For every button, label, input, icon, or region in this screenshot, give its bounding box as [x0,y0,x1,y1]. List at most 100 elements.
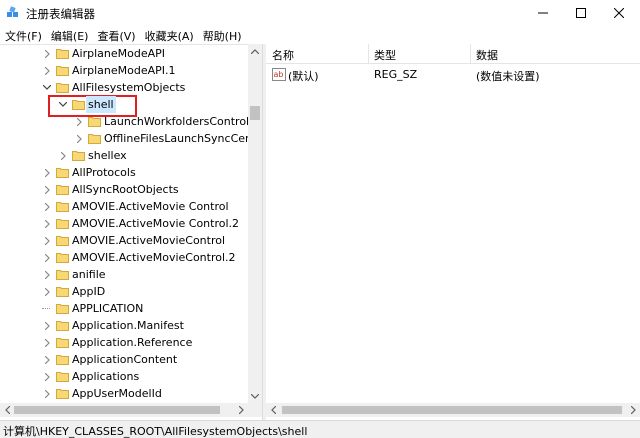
chevron-right-icon [630,406,636,414]
scroll-right-button[interactable] [626,403,640,417]
scroll-thumb[interactable] [14,406,220,414]
tree-item-label: AirplaneModeAPI [72,47,165,60]
folder-icon [56,219,69,229]
tree-item[interactable]: AllProtocols [0,164,250,181]
chevron-right-icon[interactable] [42,385,52,402]
tree-item[interactable]: AMOVIE.ActiveMovieControl [0,232,250,249]
tree-item[interactable]: Application.Manifest [0,317,250,334]
chevron-right-icon[interactable] [42,249,52,266]
tree-item[interactable]: AllFilesystemObjects [0,79,250,96]
scroll-down-button[interactable] [248,389,262,403]
folder-icon [88,134,101,144]
tree-item-label: AMOVIE.ActiveMovie Control.2 [72,217,240,230]
tree-item-label: AppID [72,285,106,298]
folder-icon [56,83,69,93]
tree-item-label: AMOVIE.ActiveMovieControl [72,234,226,247]
chevron-right-icon[interactable] [42,164,52,181]
tree-item[interactable]: shell [0,96,250,113]
tree-item-label: AllSyncRootObjects [72,183,179,196]
status-bar: 计算机\HKEY_CLASSES_ROOT\AllFilesystemObjec… [0,420,640,438]
tree-item[interactable]: AMOVIE.ActiveMovie Control [0,198,250,215]
tree-vertical-scrollbar[interactable] [248,44,262,403]
tree-item[interactable]: AMOVIE.ActiveMovie Control.2 [0,215,250,232]
tree-item[interactable]: LaunchWorkfoldersControl [0,113,250,130]
list-horizontal-scrollbar[interactable] [266,403,640,417]
tree-item[interactable]: AllSyncRootObjects [0,181,250,198]
value-list[interactable]: 名称 类型 数据 ab (默认) REG_SZ (数值未设置) [266,44,640,420]
menu-file[interactable]: 文件(F) [0,26,46,44]
tree-item[interactable]: Applications [0,368,250,385]
tree-item[interactable]: anifile [0,266,250,283]
chevron-right-icon[interactable] [42,198,52,215]
folder-icon [56,372,69,382]
scroll-thumb[interactable] [282,406,622,414]
status-path: 计算机\HKEY_CLASSES_ROOT\AllFilesystemObjec… [3,425,308,438]
tree-item[interactable]: AppID [0,283,250,300]
chevron-right-icon[interactable] [58,147,68,164]
tree-item-label: ApplicationContent [72,353,178,366]
tree-item-label: shellex [88,149,127,162]
chevron-right-icon[interactable] [42,368,52,385]
column-name[interactable]: 名称 [272,47,294,63]
tree-item[interactable]: AppUserModelId [0,385,250,402]
chevron-right-icon[interactable] [74,130,84,147]
tree-item-label: anifile [72,268,106,281]
chevron-down-icon[interactable] [42,79,52,96]
tree-item[interactable]: Application.Reference [0,334,250,351]
tree-item-label: AirplaneModeAPI.1 [72,64,176,77]
tree-connector [42,300,52,317]
chevron-right-icon[interactable] [42,215,52,232]
tree-item[interactable]: AMOVIE.ActiveMovieControl.2 [0,249,250,266]
chevron-right-icon[interactable] [42,317,52,334]
tree-item[interactable]: OfflineFilesLaunchSyncCenter [0,130,262,147]
chevron-right-icon[interactable] [42,62,52,79]
chevron-right-icon[interactable] [42,334,52,351]
tree-horizontal-scrollbar[interactable] [0,403,262,417]
chevron-right-icon[interactable] [42,351,52,368]
chevron-right-icon[interactable] [42,45,52,62]
chevron-left-icon [4,406,10,414]
tree-item-label: AMOVIE.ActiveMovieControl.2 [72,251,236,264]
scroll-left-button[interactable] [0,403,14,417]
menu-view[interactable]: 查看(V) [92,26,139,44]
key-tree[interactable]: AirplaneModeAPI AirplaneModeAPI.1 AllFiles… [0,44,262,420]
value-name: (默认) [288,70,319,83]
folder-icon [56,270,69,280]
tree-item[interactable]: AirplaneModeAPI [0,45,250,62]
column-type[interactable]: 类型 [374,47,396,63]
scroll-up-button[interactable] [248,44,262,58]
tree-item-label: APPLICATION [72,302,144,315]
menu-help[interactable]: 帮助(H) [198,26,246,44]
chevron-right-icon[interactable] [42,181,52,198]
list-header: 名称 类型 数据 [266,44,640,64]
close-button[interactable] [596,0,640,26]
column-data[interactable]: 数据 [476,47,498,63]
column-divider[interactable] [368,44,369,64]
chevron-right-icon[interactable] [42,266,52,283]
tree-item[interactable]: AirplaneModeAPI.1 [0,62,250,79]
scroll-left-button[interactable] [266,403,280,417]
value-type: REG_SZ [374,68,418,81]
tree-item-label: LaunchWorkfoldersControl [104,115,250,128]
menu-favorites[interactable]: 收藏夹(A) [140,26,198,44]
tree-item[interactable]: ApplicationContent [0,351,250,368]
scroll-right-button[interactable] [234,403,248,417]
menu-edit[interactable]: 编辑(E) [46,26,93,44]
chevron-right-icon[interactable] [74,113,84,130]
tree-item[interactable]: shellex [0,147,250,164]
tree-item-label: Applications [72,370,140,383]
chevron-down-icon[interactable] [58,96,68,113]
scroll-thumb[interactable] [250,106,260,120]
list-item[interactable]: ab (默认) REG_SZ (数值未设置) [266,66,640,84]
tree-item-label: Application.Reference [72,336,193,349]
chevron-right-icon[interactable] [42,283,52,300]
column-divider[interactable] [470,44,471,64]
chevron-down-icon [251,393,259,399]
folder-icon [56,253,69,263]
tree-item-label: AMOVIE.ActiveMovie Control [72,200,229,213]
chevron-right-icon[interactable] [42,232,52,249]
tree-item-label: AppUserModelId [72,387,162,400]
folder-icon [56,202,69,212]
folder-icon [56,321,69,331]
tree-item[interactable]: APPLICATION [0,300,250,317]
